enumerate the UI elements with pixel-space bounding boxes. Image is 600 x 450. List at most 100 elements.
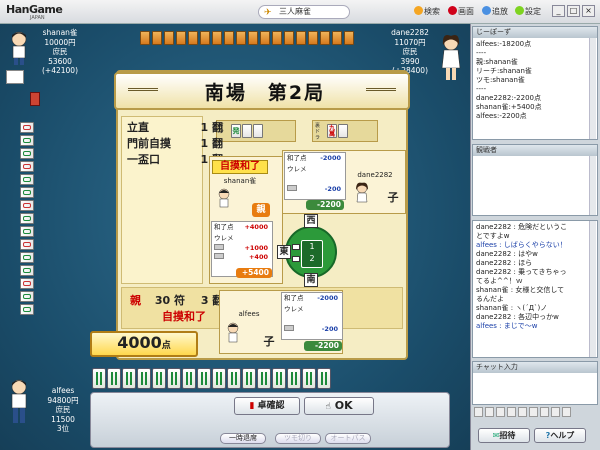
spectator-scrollbar[interactable] — [589, 156, 596, 215]
wall-tile — [176, 31, 186, 45]
score-row: 和了点 -2000 — [287, 154, 341, 162]
player-top-right[interactable] — [436, 30, 466, 86]
chat-input-panel: チャット入力 — [472, 361, 598, 405]
hand-tile[interactable] — [287, 368, 301, 389]
confirm-table-button[interactable]: ▮ 卓確認 — [234, 397, 300, 415]
minimize-button[interactable]: _ — [552, 5, 565, 17]
yaku-row: 一盃口1 翻 — [127, 153, 223, 166]
close-button[interactable]: × — [582, 5, 595, 17]
discard-tile — [20, 239, 34, 250]
compass-center: 1 2 — [301, 240, 323, 268]
log-scrollbar[interactable] — [589, 38, 596, 139]
tsumogiri-button[interactable]: ツモ切り — [275, 433, 321, 444]
discard-tile — [20, 200, 34, 211]
game-log-panel: じーぽーず alfees:-18200点 ---- 親:shanan雀 リーチ:sha… — [472, 26, 598, 140]
yaku-row: 門前自摸 1 翻 — [127, 137, 223, 150]
score-row: ウレメ — [287, 165, 307, 173]
spectator-title: 観戦者 — [473, 145, 597, 156]
hand-tile[interactable] — [182, 368, 196, 389]
dora-indicator: ドラ 発 — [216, 120, 296, 142]
compass-west: 東 — [277, 245, 291, 259]
player-money: 10000円 — [44, 37, 76, 47]
discard-tile — [20, 213, 34, 224]
seat-badge: 子 — [387, 191, 399, 204]
log-line: ---- — [476, 49, 487, 57]
winner-total: +5400 — [236, 268, 272, 278]
ok-button[interactable]: ☝ OK — [304, 397, 374, 415]
wall-tile — [224, 31, 234, 45]
kick-button[interactable]: 追放 — [482, 6, 508, 18]
wall-tile — [248, 31, 258, 45]
hand-tile[interactable] — [212, 368, 226, 389]
avatar — [218, 188, 230, 208]
chat-line: dane2282 : ほら — [476, 259, 533, 267]
tool-icon[interactable] — [507, 407, 516, 417]
tool-icon[interactable] — [562, 407, 571, 417]
chat-line: alfees : まじで〜w — [476, 322, 538, 330]
top-left-stats: shanan雀 10000円 庶民 53600 (+42100) — [34, 28, 86, 76]
hand-tile[interactable] — [302, 368, 316, 389]
chat-line: てるよ^^！ｗ — [476, 277, 523, 285]
leave-seat-button[interactable]: 一時退席 — [220, 433, 266, 444]
tool-icon[interactable] — [485, 407, 494, 417]
wall-tile — [140, 31, 150, 45]
discard-tile — [20, 148, 34, 159]
hand-tile[interactable] — [137, 368, 151, 389]
chip-icon — [284, 325, 294, 331]
bird-icon: ✈ — [264, 8, 272, 18]
chat-input[interactable] — [475, 375, 595, 402]
score-row: -200 — [284, 325, 340, 334]
compass-north: 西 — [304, 214, 318, 228]
score-row: +400 — [214, 253, 270, 262]
player-bottom[interactable] — [4, 374, 36, 430]
tool-icon[interactable] — [540, 407, 549, 417]
hand-tile[interactable] — [317, 368, 331, 389]
hand-tile[interactable] — [227, 368, 241, 389]
hand-tile[interactable] — [257, 368, 271, 389]
player-rank: 庶民 — [55, 405, 71, 414]
score-row: 和了点 -2000 — [284, 294, 338, 302]
score-row: ウレメ — [284, 305, 304, 313]
tool-icon[interactable] — [474, 407, 483, 417]
tool-icon[interactable] — [518, 407, 527, 417]
auto-pass-button[interactable]: オートパス — [325, 433, 371, 444]
hand-tile[interactable] — [152, 368, 166, 389]
logo-subtitle: JAPAN — [30, 15, 45, 21]
screen-button[interactable]: 画面 — [448, 6, 474, 18]
maximize-button[interactable]: □ — [567, 5, 580, 17]
tool-icon[interactable] — [529, 407, 538, 417]
avatar — [227, 322, 239, 343]
game-title-badge: ✈ 三人麻雀 — [258, 5, 350, 19]
hand-tile[interactable] — [92, 368, 106, 389]
yaku-list: 立直1 翻 門前自摸1 翻 一盃口1 翻 — [121, 116, 223, 284]
wall-tile — [188, 31, 198, 45]
discard-tile — [20, 161, 34, 172]
player-money: 11070円 — [394, 37, 426, 47]
hand-tile[interactable] — [107, 368, 121, 389]
log-line: リーチ:shanan雀 — [476, 67, 532, 75]
help-button[interactable]: ?ヘルプ — [534, 428, 586, 443]
tool-icon[interactable] — [496, 407, 505, 417]
game-title: 三人麻雀 — [279, 7, 311, 16]
hand-tile[interactable] — [242, 368, 256, 389]
discard-tile — [20, 304, 34, 315]
chat-log: dane2282 : 危険だというこ とですよw alfees : しばらくやらない… — [473, 221, 597, 331]
top-right-stats: dane2282 11070円 庶民 3990 (+28400) — [384, 28, 436, 76]
player-name: dane2282 — [391, 28, 429, 37]
hand-tile[interactable] — [167, 368, 181, 389]
invite-button[interactable]: ✉招待 — [478, 428, 530, 443]
settings-button[interactable]: 設定 — [515, 6, 541, 18]
search-button[interactable]: 検索 — [414, 6, 440, 18]
player-money: 94800円 — [47, 395, 79, 405]
hand-tile[interactable] — [272, 368, 286, 389]
player-name: alfees — [51, 386, 75, 395]
chip-icon — [287, 185, 297, 191]
discard-tile — [20, 278, 34, 289]
chat-scrollbar[interactable] — [589, 221, 596, 357]
chat-line: るんだよ — [476, 295, 504, 303]
hand-tile[interactable] — [122, 368, 136, 389]
wall-tile — [272, 31, 282, 45]
log-line: dane2282:-2200点 — [476, 94, 541, 102]
hand-tile[interactable] — [197, 368, 211, 389]
tool-icon[interactable] — [551, 407, 560, 417]
